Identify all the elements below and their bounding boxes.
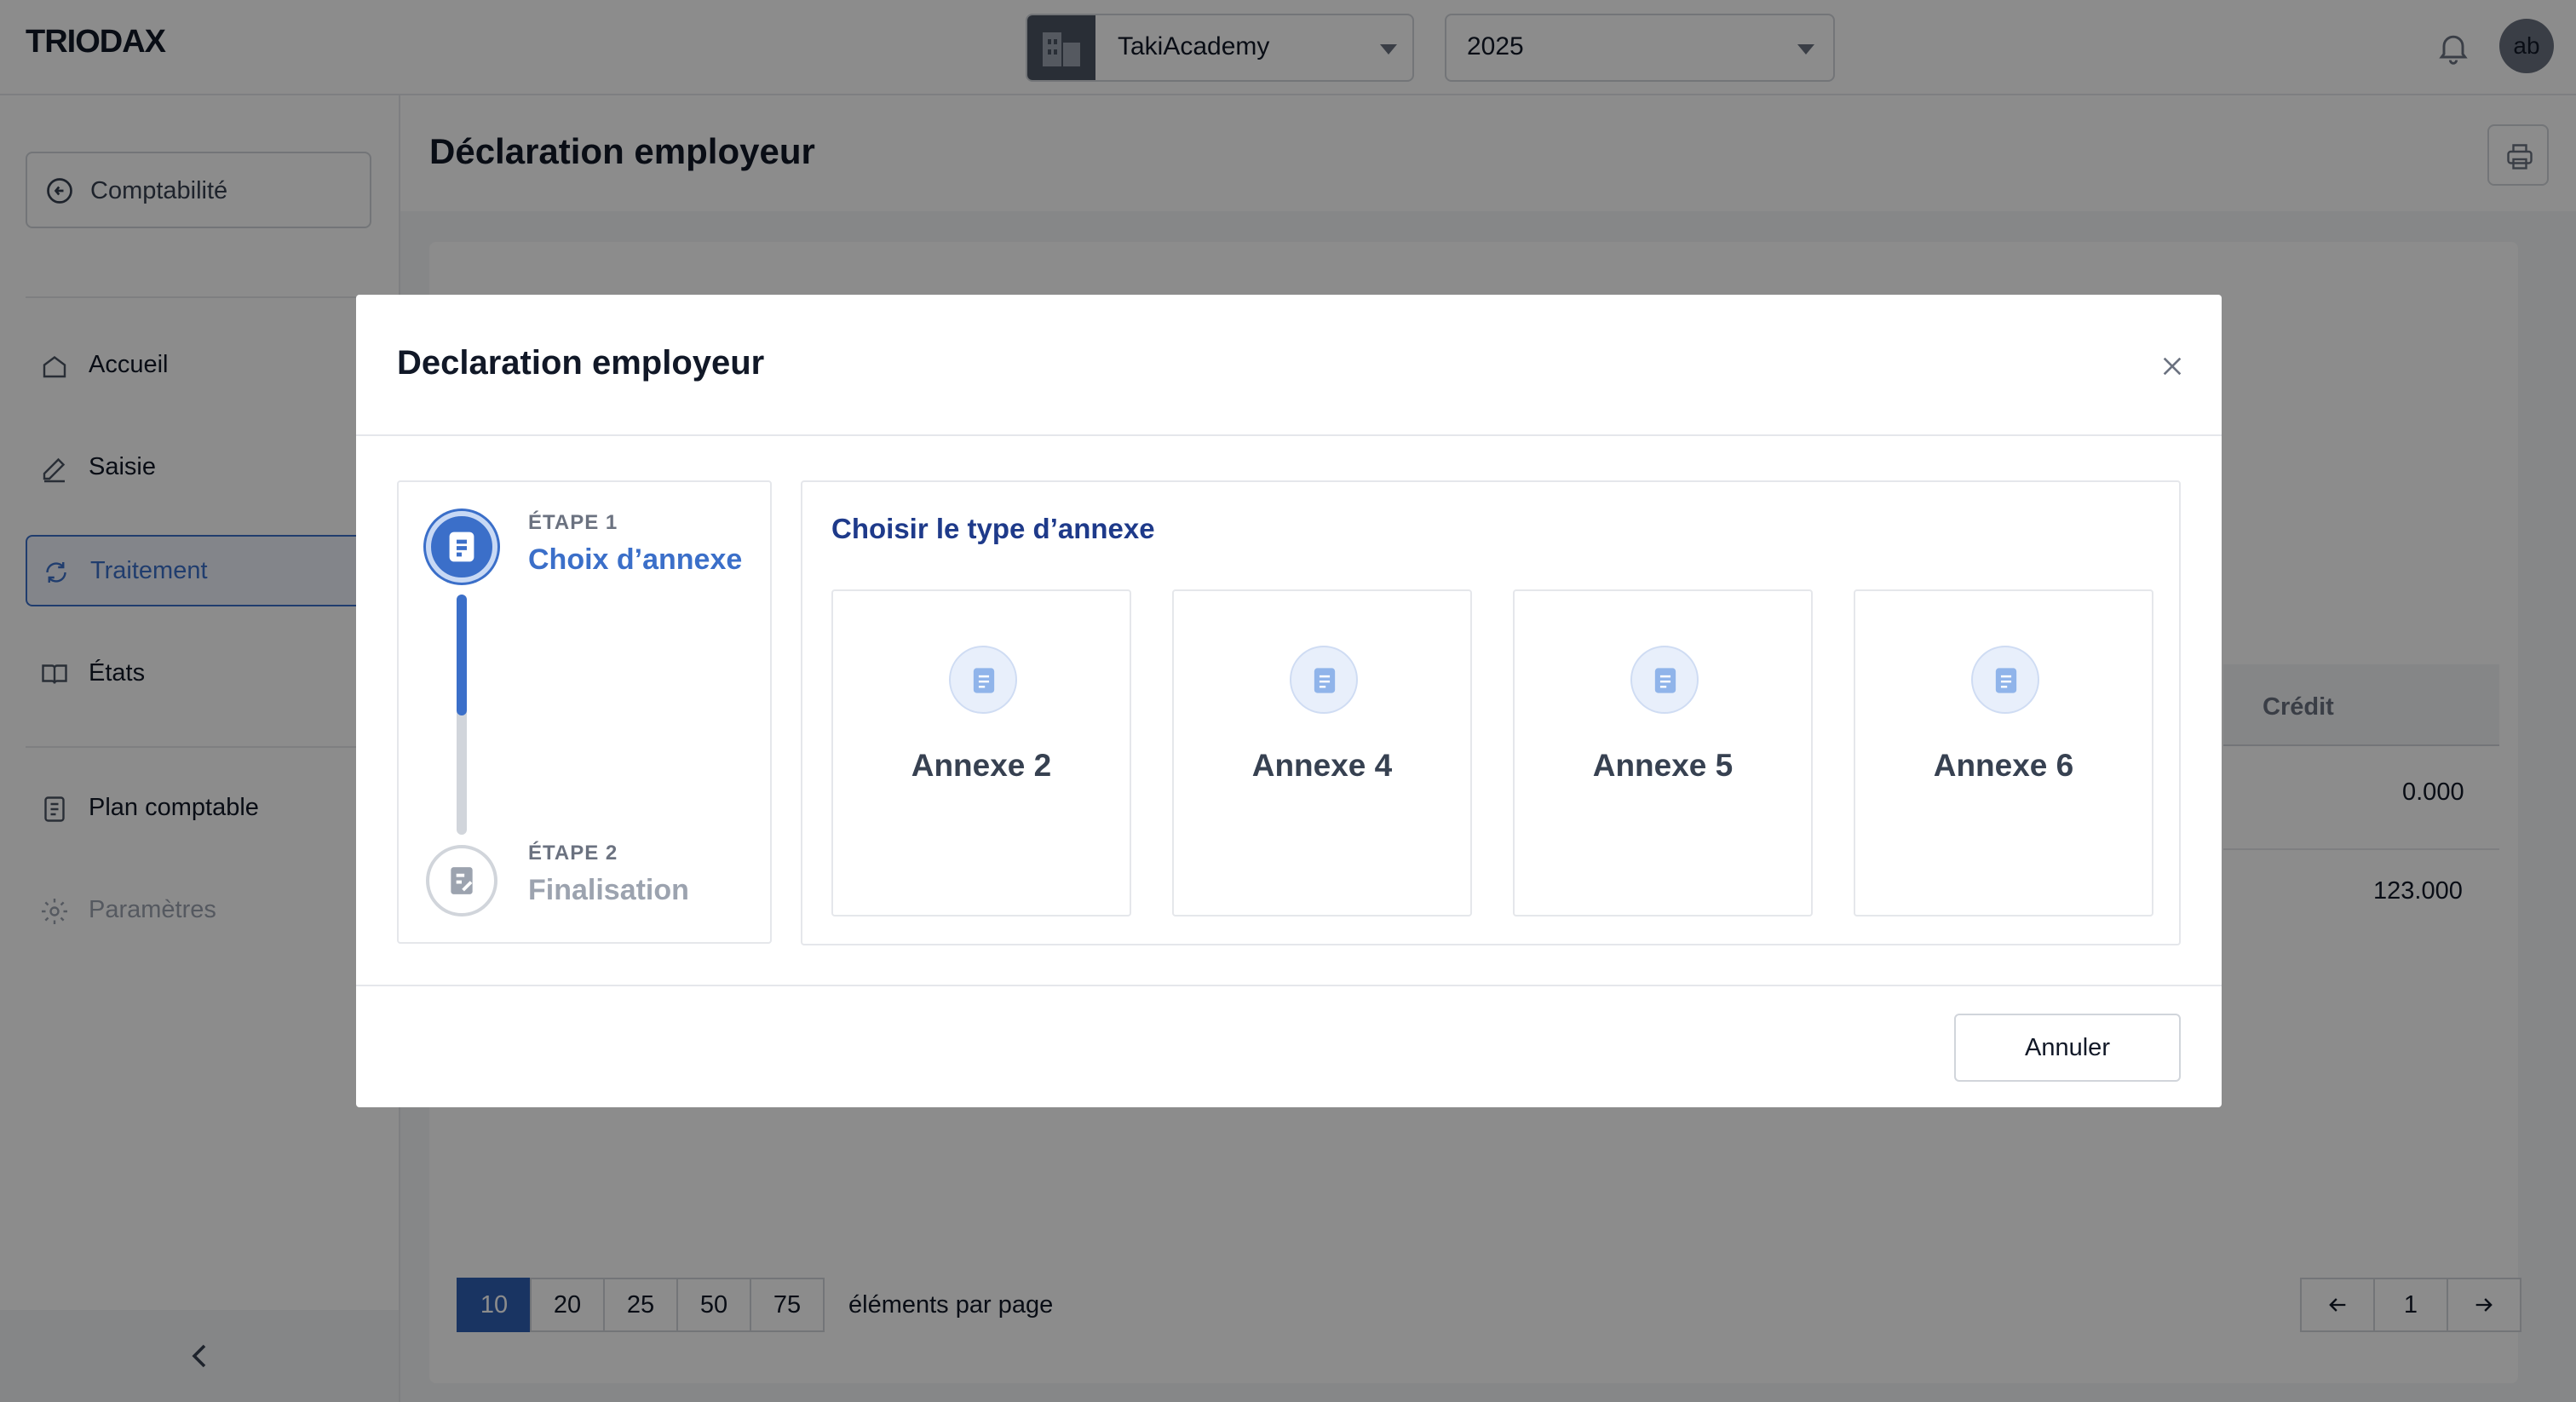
close-icon[interactable] — [2159, 353, 2186, 380]
stepper: ÉTAPE 1 Choix d’annexe ÉTAPE 2 Finalisat… — [397, 480, 772, 944]
annex-card-4[interactable]: Annexe 4 — [1172, 589, 1472, 916]
panel-title: Choisir le type d’annexe — [831, 513, 1155, 544]
app-root: TRIODAX TakiAcademy 2025 ab Comptabilité… — [0, 0, 2576, 1402]
step-1-label: ÉTAPE 1 — [528, 511, 618, 534]
step-2-name: Finalisation — [528, 874, 689, 906]
annex-card-5[interactable]: Annexe 5 — [1513, 589, 1813, 916]
annex-card-label: Annexe 4 — [1251, 748, 1393, 783]
divider — [356, 985, 2222, 986]
modal-title: Declaration employeur — [397, 344, 765, 382]
step-progress-fill — [457, 595, 467, 715]
annex-card-label: Annexe 6 — [1933, 748, 2074, 783]
annex-type-panel: Choisir le type d’annexe Annexe 2 Annexe… — [801, 480, 2181, 945]
cancel-button[interactable]: Annuler — [1954, 1014, 2181, 1082]
annex-card-label: Annexe 5 — [1592, 748, 1734, 783]
document-icon — [1290, 646, 1358, 714]
declaration-modal: Declaration employeur ÉTAPE 1 Choix d’an… — [356, 295, 2222, 1107]
annex-card-label: Annexe 2 — [911, 748, 1052, 783]
annex-card-2[interactable]: Annexe 2 — [831, 589, 1131, 916]
document-icon — [949, 646, 1017, 714]
annex-card-6[interactable]: Annexe 6 — [1854, 589, 2153, 916]
document-icon — [1630, 646, 1699, 714]
document-icon — [449, 531, 474, 562]
edit-document-icon — [451, 867, 473, 894]
document-icon — [1971, 646, 2039, 714]
step-1-indicator — [426, 511, 497, 583]
step-1-name: Choix d’annexe — [528, 543, 743, 576]
step-2-indicator — [426, 845, 497, 916]
step-2-label: ÉTAPE 2 — [528, 842, 618, 865]
divider — [356, 434, 2222, 436]
